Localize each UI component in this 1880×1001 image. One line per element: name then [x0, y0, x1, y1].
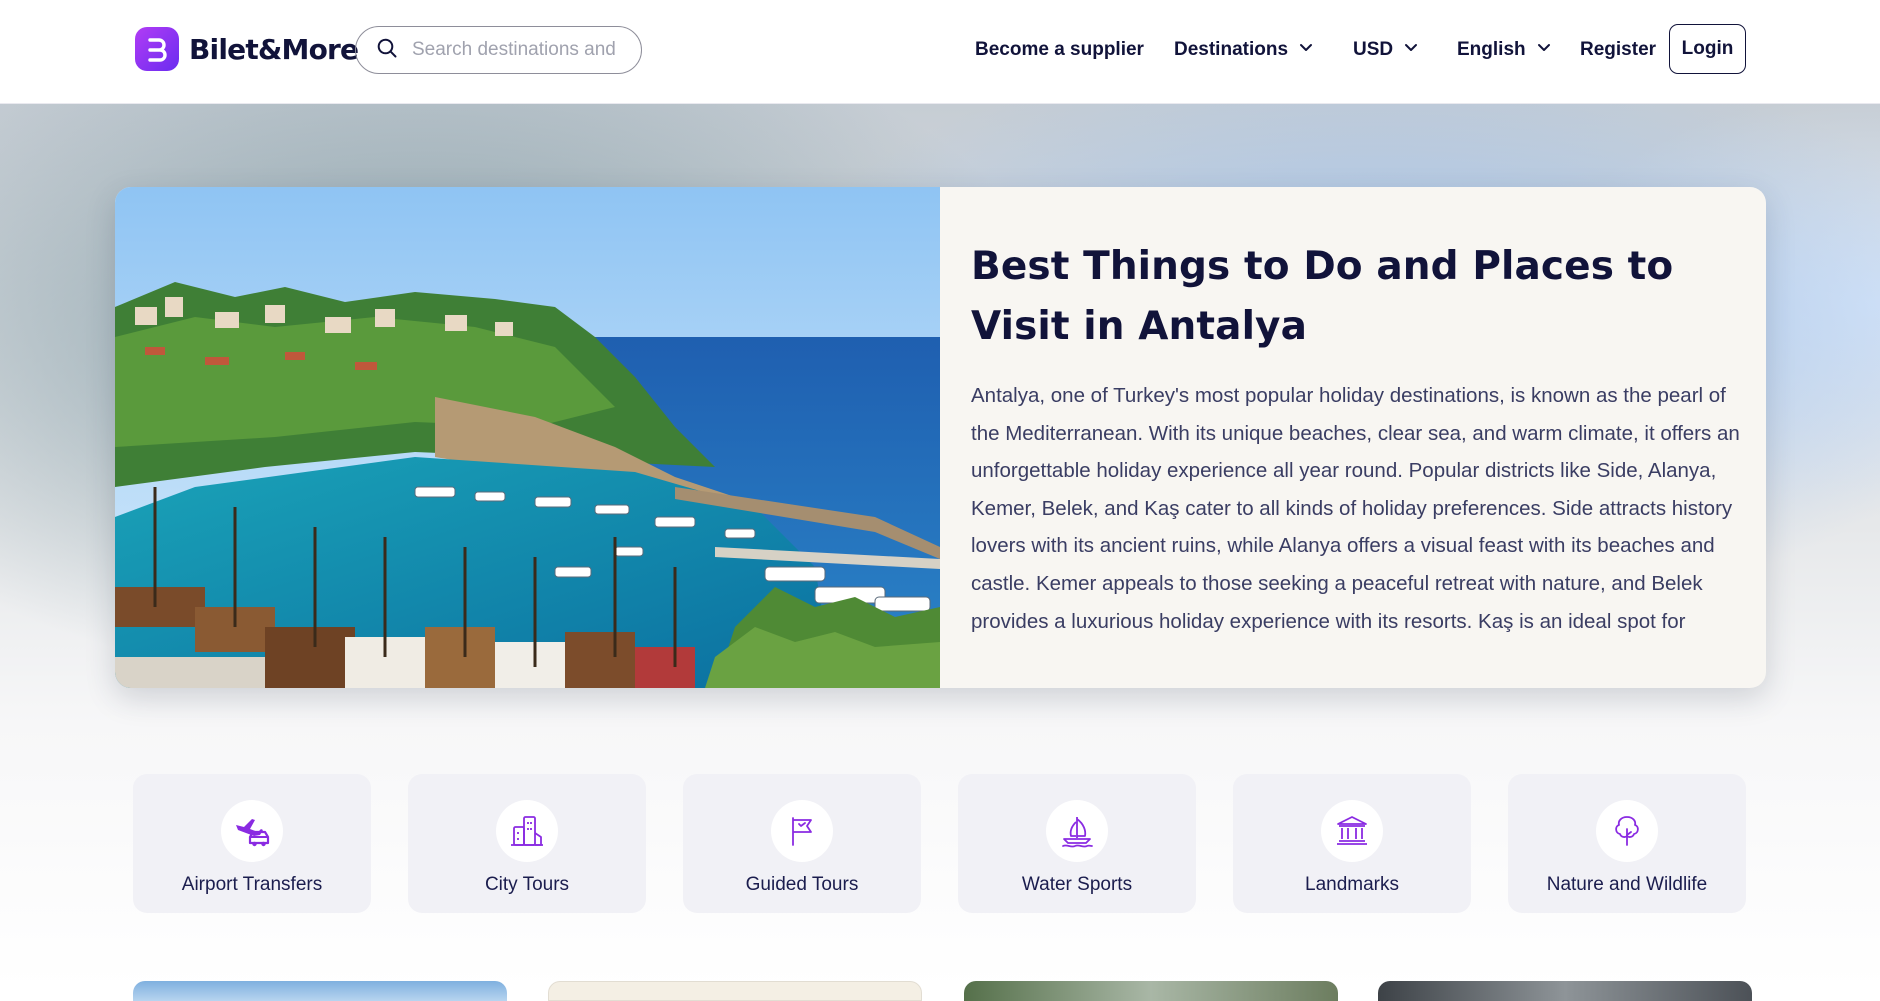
- login-button[interactable]: Login: [1669, 24, 1746, 74]
- antalya-harbor-image: [115, 187, 940, 688]
- activity-card-thumbnail[interactable]: [548, 981, 922, 1001]
- destinations-label: Destinations: [1174, 39, 1289, 60]
- flag-icon: [771, 800, 833, 862]
- category-label: Nature and Wildlife: [1546, 874, 1708, 895]
- destination-hero-card: Best Things to Do and Places to Visit in…: [115, 187, 1766, 688]
- city-buildings-icon: [496, 800, 558, 862]
- page-title: Best Things to Do and Places to Visit in…: [971, 244, 1674, 349]
- activity-card-thumbnail[interactable]: [964, 981, 1338, 1001]
- register-label: Register: [1580, 39, 1657, 60]
- category-water-sports[interactable]: Water Sports: [958, 774, 1196, 913]
- category-city-tours[interactable]: City Tours: [408, 774, 646, 913]
- category-label: Water Sports: [1021, 874, 1133, 895]
- category-landmarks[interactable]: Landmarks: [1233, 774, 1471, 913]
- become-supplier-label: Become a supplier: [975, 39, 1144, 60]
- chevron-down-icon: [1298, 39, 1314, 61]
- logo-text: Bilet&More: [189, 32, 359, 66]
- category-label: Airport Transfers: [181, 874, 323, 895]
- hero-text-block: Best Things to Do and Places to Visit in…: [971, 237, 1741, 650]
- category-guided-tours[interactable]: Guided Tours: [683, 774, 921, 913]
- category-label: Landmarks: [1305, 874, 1399, 895]
- top-navigation-bar: Bilet&More Become a supplier Destination…: [0, 0, 1880, 104]
- landmark-icon: [1321, 800, 1383, 862]
- airport-transfer-icon: [221, 800, 283, 862]
- search-box[interactable]: [355, 26, 642, 74]
- category-list: Airport Transfers City Tours Guided Tour: [133, 774, 1748, 913]
- search-icon: [376, 37, 398, 64]
- search-input[interactable]: [412, 39, 622, 61]
- chevron-down-icon: [1403, 39, 1419, 61]
- destination-description: Antalya, one of Turkey's most popular ho…: [971, 384, 1740, 650]
- language-label: English: [1457, 39, 1526, 60]
- category-nature-wildlife[interactable]: Nature and Wildlife: [1508, 774, 1746, 913]
- chevron-down-icon: [1536, 39, 1552, 61]
- category-label: Guided Tours: [745, 874, 859, 895]
- tree-icon: [1596, 800, 1658, 862]
- logo-icon: [135, 27, 179, 71]
- destinations-dropdown[interactable]: Destinations: [1174, 24, 1314, 76]
- register-link[interactable]: Register: [1580, 24, 1656, 76]
- site-logo[interactable]: Bilet&More: [135, 27, 359, 71]
- sailboat-icon: [1046, 800, 1108, 862]
- language-dropdown[interactable]: English: [1457, 24, 1552, 76]
- category-label: City Tours: [484, 874, 570, 895]
- activity-card-thumbnail[interactable]: [133, 981, 507, 1001]
- become-supplier-link[interactable]: Become a supplier: [975, 24, 1144, 76]
- currency-label: USD: [1353, 39, 1394, 60]
- activity-card-thumbnail[interactable]: [1378, 981, 1752, 1001]
- currency-dropdown[interactable]: USD: [1353, 24, 1419, 76]
- category-airport-transfers[interactable]: Airport Transfers: [133, 774, 371, 913]
